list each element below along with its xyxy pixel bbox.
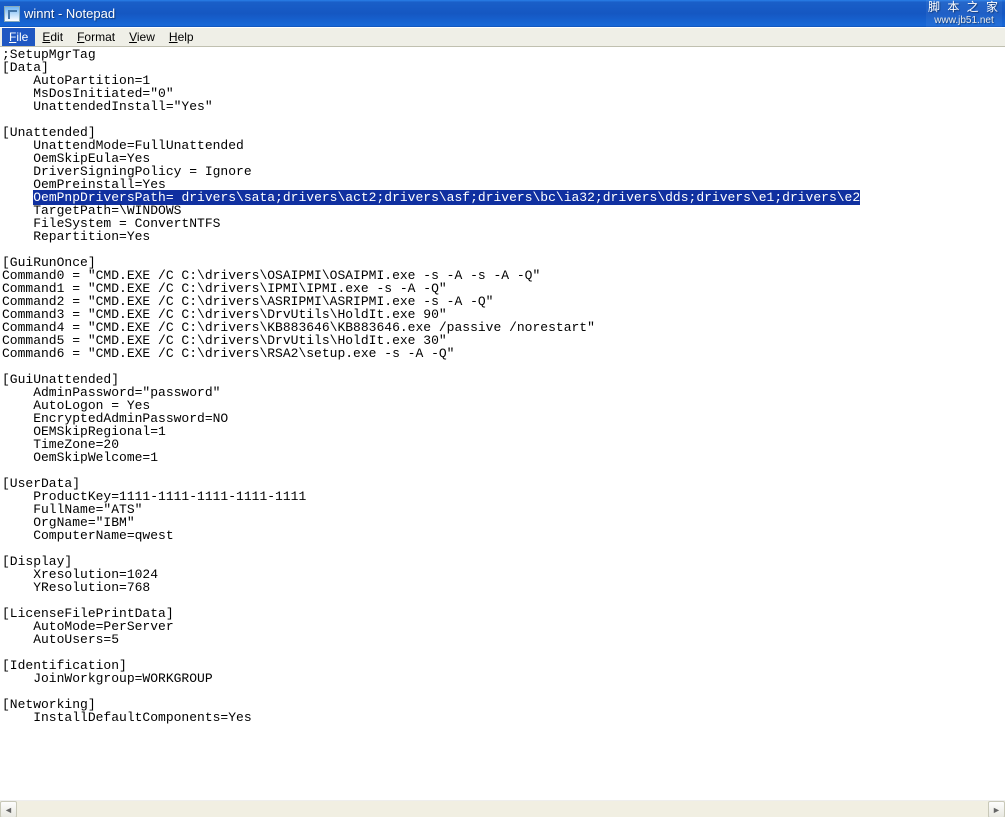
horizontal-scrollbar[interactable]: ◄ ► bbox=[0, 800, 1005, 817]
left-arrow-icon: ◄ bbox=[4, 805, 13, 815]
scroll-right-button[interactable]: ► bbox=[988, 801, 1005, 817]
editor-area[interactable]: ;SetupMgrTag [Data] AutoPartition=1 MsDo… bbox=[0, 47, 1005, 817]
scroll-left-button[interactable]: ◄ bbox=[0, 801, 17, 817]
title-bar[interactable]: winnt - Notepad 脚 本 之 家 www.jb51.net bbox=[0, 0, 1005, 27]
menu-bar: File Edit Format View Help bbox=[0, 27, 1005, 47]
window-title: winnt - Notepad bbox=[24, 6, 115, 21]
right-arrow-icon: ► bbox=[992, 805, 1001, 815]
editor-text[interactable]: ;SetupMgrTag [Data] AutoPartition=1 MsDo… bbox=[0, 47, 1005, 724]
watermark-line2: www.jb51.net bbox=[928, 14, 1000, 27]
text-before-selection: ;SetupMgrTag [Data] AutoPartition=1 MsDo… bbox=[2, 47, 252, 205]
menu-help[interactable]: Help bbox=[162, 28, 201, 46]
text-after-selection: TargetPath=\WINDOWS FileSystem = Convert… bbox=[2, 203, 595, 725]
watermark-line1: 脚 本 之 家 bbox=[928, 1, 1000, 14]
menu-format[interactable]: Format bbox=[70, 28, 122, 46]
menu-view[interactable]: View bbox=[122, 28, 162, 46]
notepad-icon bbox=[4, 6, 20, 22]
scroll-track[interactable] bbox=[17, 801, 988, 817]
watermark: 脚 本 之 家 www.jb51.net bbox=[926, 0, 1002, 28]
menu-file[interactable]: File bbox=[2, 28, 35, 46]
menu-edit[interactable]: Edit bbox=[35, 28, 70, 46]
